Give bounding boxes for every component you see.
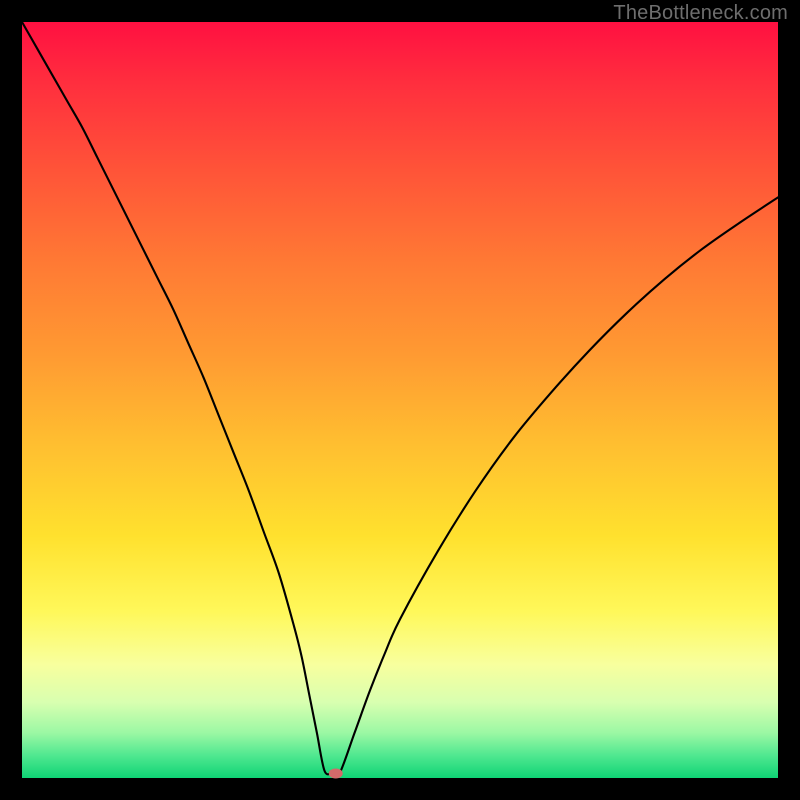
optimum-marker [329, 768, 343, 778]
watermark-text: TheBottleneck.com [613, 2, 788, 25]
chart-frame: TheBottleneck.com [0, 0, 800, 800]
plot-area [22, 22, 778, 778]
curve-svg [22, 22, 778, 778]
bottleneck-curve [22, 22, 778, 777]
